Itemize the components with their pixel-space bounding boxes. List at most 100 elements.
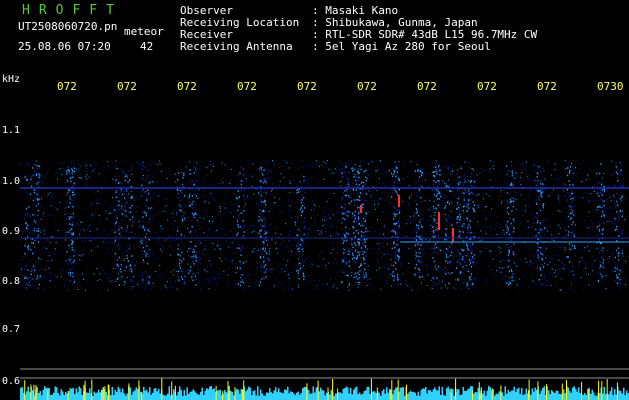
meteor-echo-speck — [393, 264, 395, 267]
meteor-echo-speck — [421, 200, 423, 203]
noise-speck — [271, 190, 272, 192]
meteor-echo-speck — [262, 225, 264, 227]
noise-speck — [448, 250, 450, 252]
noise-speck — [349, 282, 350, 284]
noise-speck — [454, 270, 456, 272]
meteor-echo-speck — [466, 192, 468, 194]
meteor-echo-speck — [72, 205, 74, 208]
noise-speck — [595, 165, 597, 166]
noise-speck — [204, 248, 206, 250]
meteor-echo-speck — [467, 284, 469, 286]
meteor-echo-speck — [433, 194, 435, 196]
meteor-echo-speck — [68, 206, 70, 208]
noise-speck — [379, 160, 381, 162]
meteor-echo-speck — [353, 168, 355, 171]
noise-speck — [180, 255, 181, 257]
noise-speck — [65, 207, 67, 209]
noise-speck — [361, 246, 363, 248]
noise-speck — [86, 279, 88, 281]
meteor-echo-speck — [459, 231, 461, 233]
meteor-echo-speck — [393, 206, 395, 208]
noise-speck — [328, 286, 330, 288]
meteor-echo-speck — [415, 226, 417, 229]
noise-speck — [193, 257, 195, 259]
noise-speck — [322, 213, 324, 215]
meteor-echo-speck — [432, 277, 434, 280]
meteor-echo-speck — [193, 248, 195, 251]
power-trace-bar — [578, 387, 580, 400]
meteor-echo-speck — [37, 203, 39, 205]
meteor-echo-speck — [511, 170, 513, 172]
noise-speck — [392, 236, 394, 238]
noise-speck — [412, 212, 414, 214]
power-trace-bar — [308, 390, 310, 400]
noise-speck — [91, 250, 92, 252]
power-trace-bar — [353, 389, 355, 400]
noise-speck — [297, 199, 299, 201]
noise-speck — [57, 182, 59, 184]
noise-speck — [431, 287, 433, 289]
noise-speck — [356, 229, 358, 231]
power-trace-bar — [503, 395, 505, 400]
noise-speck — [494, 165, 496, 166]
noise-speck — [583, 250, 585, 252]
meteor-echo-speck — [243, 210, 245, 212]
noise-speck — [171, 189, 173, 190]
noise-speck — [400, 183, 402, 185]
meteor-echo-speck — [242, 282, 244, 284]
noise-speck — [584, 262, 586, 264]
power-trace-bar — [143, 386, 145, 400]
meteor-echo-speck — [570, 198, 572, 200]
noise-speck — [343, 163, 345, 165]
noise-speck — [572, 192, 573, 194]
noise-speck — [499, 198, 500, 200]
noise-speck — [569, 271, 571, 273]
power-trace-bar — [282, 393, 284, 400]
noise-speck — [543, 284, 545, 286]
noise-speck — [232, 228, 234, 230]
noise-speck — [420, 256, 422, 258]
power-trace-bar — [569, 391, 571, 400]
meteor-echo-speck — [619, 282, 621, 284]
noise-speck — [377, 251, 379, 253]
noise-speck — [299, 250, 301, 252]
noise-speck — [611, 223, 613, 224]
meteor-echo-speck — [130, 268, 132, 270]
noise-speck — [142, 254, 144, 255]
noise-speck — [572, 199, 574, 201]
meteor-echo-speck — [124, 204, 126, 206]
power-trace-bar — [53, 392, 55, 400]
noise-speck — [310, 178, 312, 180]
noise-speck — [367, 248, 369, 250]
noise-speck — [55, 206, 57, 208]
power-trace-bar — [245, 391, 247, 400]
noise-speck — [188, 161, 190, 163]
noise-speck — [552, 189, 554, 191]
meteor-echo-speck — [27, 224, 29, 226]
noise-speck — [183, 272, 185, 274]
meteor-echo-speck — [617, 212, 620, 215]
noise-speck — [469, 204, 471, 206]
meteor-echo-speck — [70, 172, 72, 175]
noise-speck — [299, 181, 301, 183]
meteor-echo-speck — [239, 260, 241, 263]
meteor-echo-speck — [188, 255, 190, 258]
meteor-echo-speck — [195, 169, 197, 172]
meteor-echo-speck — [363, 217, 365, 220]
power-trace-bar — [38, 393, 40, 400]
power-trace-bar — [413, 391, 415, 400]
noise-speck — [512, 182, 514, 184]
noise-speck — [475, 247, 477, 249]
meteor-echo-speck — [616, 240, 618, 242]
meteor-echo-speck — [118, 248, 120, 250]
meteor-echo-speck — [346, 193, 348, 196]
noise-speck — [378, 244, 380, 246]
meteor-echo-speck — [467, 227, 469, 229]
power-trace-bar — [543, 386, 545, 400]
meteor-echo-speck — [439, 249, 441, 252]
meteor-echo-speck — [124, 179, 126, 182]
noise-speck — [392, 189, 394, 191]
noise-speck — [360, 219, 362, 221]
noise-speck — [465, 268, 467, 270]
meteor-echo-speck — [342, 248, 344, 250]
